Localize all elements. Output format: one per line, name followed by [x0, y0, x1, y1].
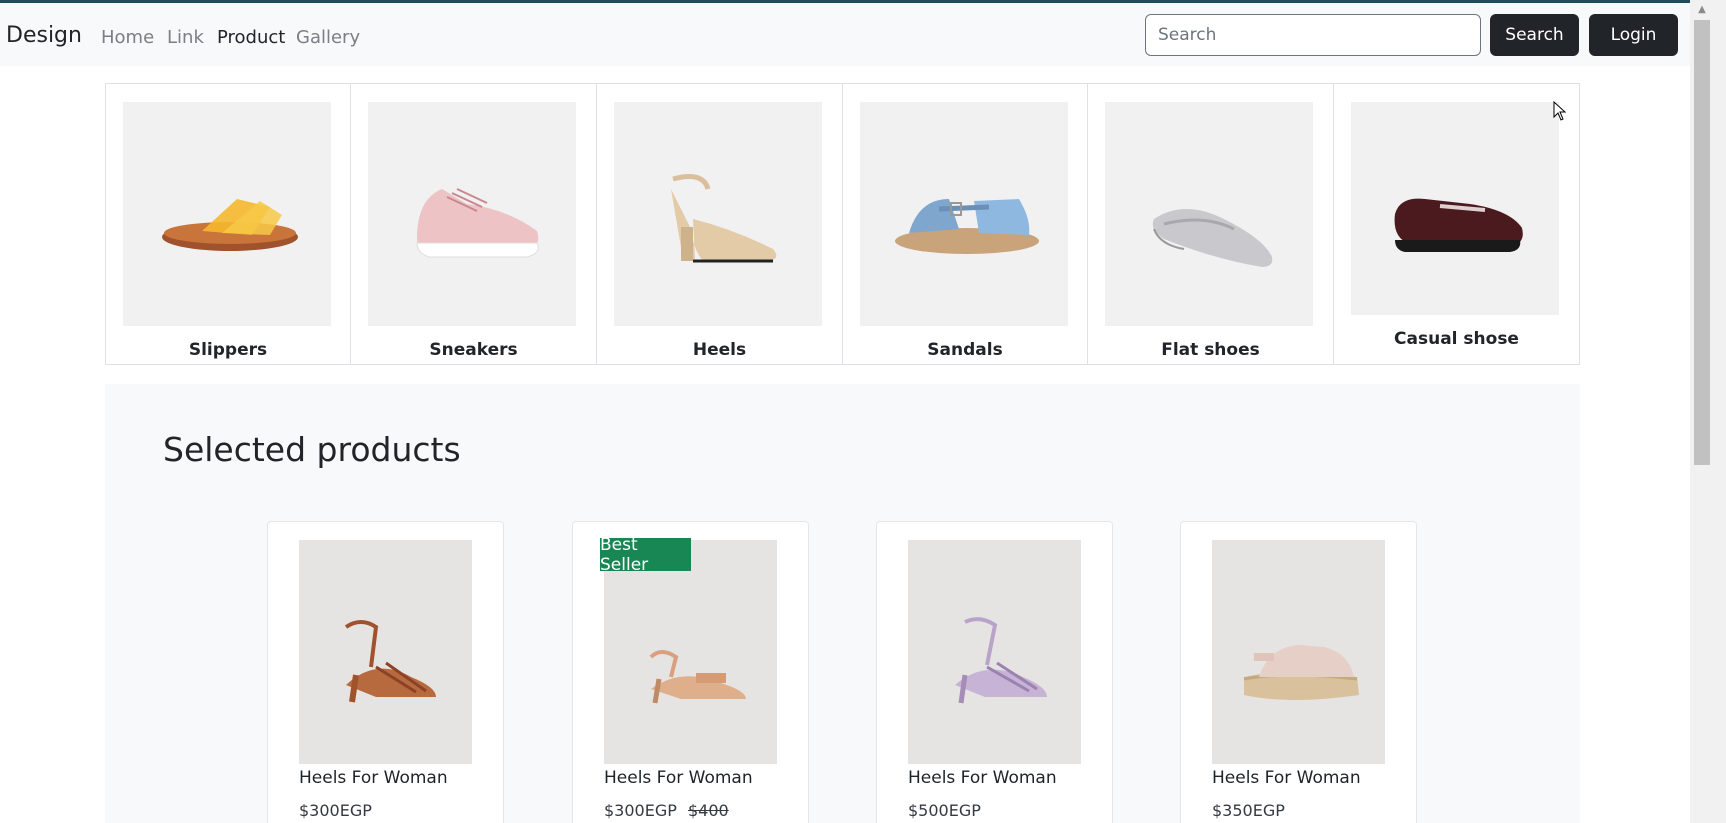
category-card-slippers[interactable]: Slippers	[105, 83, 351, 365]
product-name[interactable]: Heels For Woman	[1212, 768, 1361, 788]
category-card-flat-shoes[interactable]: Flat shoes	[1087, 83, 1334, 365]
category-label: Sneakers	[429, 340, 518, 360]
heel-image	[614, 102, 822, 326]
product-image	[908, 540, 1081, 764]
navbar: Design Home Link Product Gallery Search …	[0, 3, 1690, 66]
product-price: $300EGP	[299, 801, 372, 820]
brand-logo[interactable]: Design	[6, 23, 82, 48]
slipper-image	[123, 102, 331, 326]
search-button[interactable]: Search	[1490, 14, 1579, 56]
product-price: $300EGP	[604, 801, 677, 820]
nav-link-link[interactable]: Link	[167, 27, 204, 48]
sneaker-image	[368, 102, 576, 326]
product-card[interactable]: Best Seller Heels For Woman $300EGP $400	[572, 521, 809, 823]
category-label: Slippers	[188, 340, 268, 360]
product-card[interactable]: Heels For Woman $300EGP	[267, 521, 504, 823]
product-image	[1212, 540, 1385, 764]
category-label: Sandals	[927, 340, 1003, 360]
search-input[interactable]	[1145, 14, 1481, 56]
product-price: $500EGP	[908, 801, 981, 820]
product-card[interactable]: Heels For Woman $500EGP	[876, 521, 1113, 823]
nav-link-home[interactable]: Home	[101, 27, 154, 48]
category-card-sandals[interactable]: Sandals	[842, 83, 1088, 365]
login-button[interactable]: Login	[1589, 14, 1678, 56]
category-card-sneakers[interactable]: Sneakers	[350, 83, 597, 365]
product-name[interactable]: Heels For Woman	[604, 768, 753, 788]
nav-link-product[interactable]: Product	[217, 27, 285, 48]
product-name[interactable]: Heels For Woman	[299, 768, 448, 788]
category-card-casual-shoes[interactable]: Casual shose	[1333, 83, 1580, 365]
selected-products-section: Selected products Heels For Woman $300EG…	[105, 384, 1580, 823]
category-label: Heels	[692, 340, 747, 360]
category-card-heels[interactable]: Heels	[596, 83, 843, 365]
scrollbar-thumb[interactable]	[1694, 20, 1710, 465]
nav-link-gallery[interactable]: Gallery	[296, 27, 360, 48]
product-old-price: $400	[688, 801, 729, 820]
product-price: $350EGP	[1212, 801, 1285, 820]
best-seller-badge: Best Seller	[600, 535, 691, 575]
product-image	[299, 540, 472, 764]
mouse-cursor-icon	[1553, 101, 1567, 121]
section-title: Selected products	[163, 430, 461, 469]
category-label: Flat shoes	[1161, 340, 1260, 360]
product-name[interactable]: Heels For Woman	[908, 768, 1057, 788]
scroll-up-arrow-icon[interactable]: ▲	[1694, 4, 1710, 18]
sandal-image	[860, 102, 1068, 326]
category-label: Casual shose	[1394, 329, 1519, 349]
product-card[interactable]: Heels For Woman $350EGP	[1180, 521, 1417, 823]
flat-shoe-image	[1105, 102, 1313, 326]
loafer-image	[1351, 102, 1559, 315]
